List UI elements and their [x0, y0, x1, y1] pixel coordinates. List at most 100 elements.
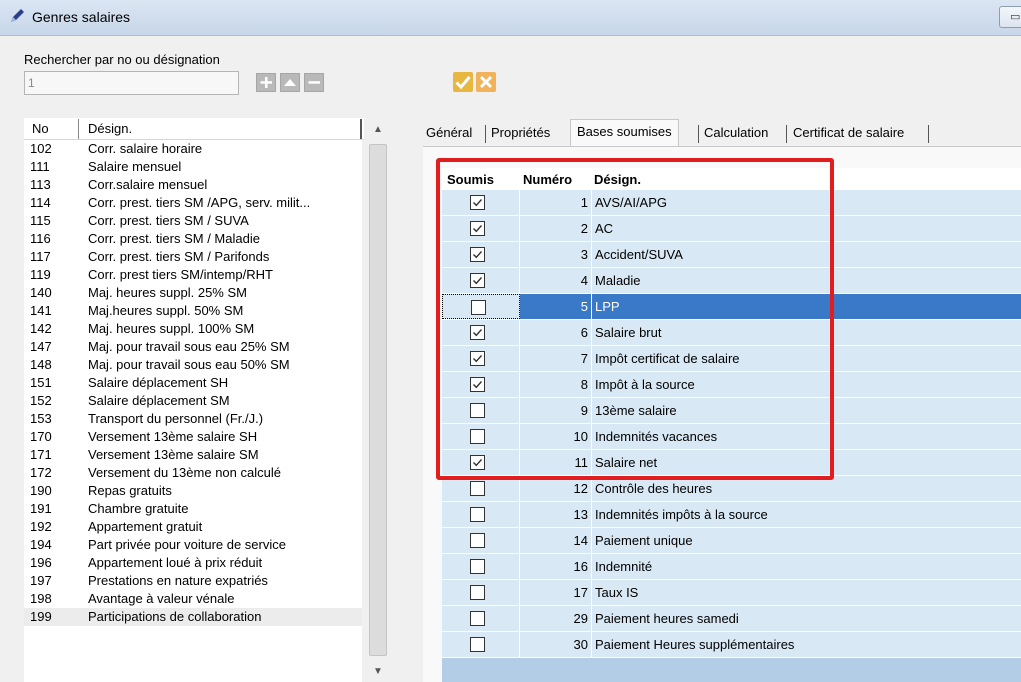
list-item[interactable]: 116 Corr. prest. tiers SM / Maladie: [24, 230, 362, 248]
cancel-button[interactable]: [476, 72, 496, 92]
scroll-thumb[interactable]: [369, 144, 387, 656]
remove-button[interactable]: [304, 73, 324, 92]
tab-certificat[interactable]: Certificat de salaire: [793, 123, 904, 145]
column-header-no[interactable]: No: [32, 121, 49, 136]
list-item-desig: Corr. prest tiers SM/intemp/RHT: [88, 267, 273, 282]
list-item[interactable]: 199 Participations de collaboration: [24, 608, 362, 626]
soumis-checkbox[interactable]: [470, 273, 485, 288]
soumis-checkbox[interactable]: [470, 325, 485, 340]
cell-desig: Indemnités impôts à la source: [595, 507, 768, 522]
soumis-checkbox[interactable]: [470, 507, 485, 522]
grid-row[interactable]: 5 LPP: [442, 294, 1021, 320]
grid-row[interactable]: 10 Indemnités vacances: [442, 424, 1021, 450]
grid-row[interactable]: 1 AVS/AI/APG: [442, 190, 1021, 216]
soumis-checkbox[interactable]: [470, 481, 485, 496]
cell-desig: Salaire net: [595, 455, 658, 470]
tab-proprietes[interactable]: Propriétés: [491, 123, 550, 145]
list-item[interactable]: 151 Salaire déplacement SH: [24, 374, 362, 392]
column-header-desig[interactable]: Désign.: [88, 121, 132, 136]
list-item[interactable]: 148 Maj. pour travail sous eau 50% SM: [24, 356, 362, 374]
soumis-checkbox[interactable]: [470, 247, 485, 262]
list-item[interactable]: 142 Maj. heures suppl. 100% SM: [24, 320, 362, 338]
list-item[interactable]: 152 Salaire déplacement SM: [24, 392, 362, 410]
soumis-checkbox[interactable]: [470, 195, 485, 210]
soumis-checkbox[interactable]: [470, 559, 485, 574]
list-item[interactable]: 119 Corr. prest tiers SM/intemp/RHT: [24, 266, 362, 284]
cell-numero: 29: [521, 606, 592, 631]
column-header-soumis[interactable]: Soumis: [447, 172, 494, 187]
list-item-desig: Avantage à valeur vénale: [88, 591, 235, 606]
grid-row[interactable]: 11 Salaire net: [442, 450, 1021, 476]
list-item[interactable]: 190 Repas gratuits: [24, 482, 362, 500]
list-item[interactable]: 111 Salaire mensuel: [24, 158, 362, 176]
search-input[interactable]: [24, 71, 239, 95]
scroll-down-icon[interactable]: ▼: [371, 666, 385, 678]
soumis-checkbox[interactable]: [470, 377, 485, 392]
grid-row[interactable]: 12 Contrôle des heures: [442, 476, 1021, 502]
list-item[interactable]: 170 Versement 13ème salaire SH: [24, 428, 362, 446]
grid-row[interactable]: 29 Paiement heures samedi: [442, 606, 1021, 632]
list-item[interactable]: 140 Maj. heures suppl. 25% SM: [24, 284, 362, 302]
list-item[interactable]: 171 Versement 13ème salaire SM: [24, 446, 362, 464]
list-item[interactable]: 194 Part privée pour voiture de service: [24, 536, 362, 554]
column-header-numero[interactable]: Numéro: [523, 172, 572, 187]
grid-row[interactable]: 2 AC: [442, 216, 1021, 242]
list-item[interactable]: 197 Prestations en nature expatriés: [24, 572, 362, 590]
list-item[interactable]: 172 Versement du 13ème non calculé: [24, 464, 362, 482]
tab-general[interactable]: Général: [426, 123, 472, 145]
column-header-desig[interactable]: Désign.: [594, 172, 641, 187]
list-item[interactable]: 141 Maj.heures suppl. 50% SM: [24, 302, 362, 320]
soumis-checkbox[interactable]: [470, 637, 485, 652]
scroll-up-icon[interactable]: ▲: [371, 124, 385, 136]
checkbox-checked-icon: [473, 251, 483, 259]
tab-calculation[interactable]: Calculation: [704, 123, 768, 145]
list-item[interactable]: 192 Appartement gratuit: [24, 518, 362, 536]
grid-row[interactable]: 13 Indemnités impôts à la source: [442, 502, 1021, 528]
checkbox-checked-icon: [473, 277, 483, 285]
soumis-checkbox[interactable]: [470, 585, 485, 600]
grid-row[interactable]: 6 Salaire brut: [442, 320, 1021, 346]
grid-row[interactable]: 7 Impôt certificat de salaire: [442, 346, 1021, 372]
list-item-desig: Prestations en nature expatriés: [88, 573, 268, 588]
list-item[interactable]: 113 Corr.salaire mensuel: [24, 176, 362, 194]
soumis-checkbox[interactable]: [470, 429, 485, 444]
soumis-checkbox[interactable]: [470, 403, 485, 418]
soumis-checkbox[interactable]: [470, 221, 485, 236]
add-button[interactable]: [256, 73, 276, 92]
soumis-checkbox[interactable]: [470, 611, 485, 626]
soumis-checkbox[interactable]: [471, 300, 486, 315]
move-up-button[interactable]: [280, 73, 300, 92]
ok-button[interactable]: [453, 72, 473, 92]
list-item-no: 192: [30, 519, 52, 534]
column-resize-handle[interactable]: [360, 119, 362, 139]
list-item-no: 102: [30, 141, 52, 156]
cell-numero: 7: [521, 346, 592, 371]
cell-desig: Paiement heures samedi: [595, 611, 739, 626]
list-item[interactable]: 198 Avantage à valeur vénale: [24, 590, 362, 608]
grid-row[interactable]: 9 13ème salaire: [442, 398, 1021, 424]
list-item[interactable]: 153 Transport du personnel (Fr./J.): [24, 410, 362, 428]
list-item[interactable]: 117 Corr. prest. tiers SM / Parifonds: [24, 248, 362, 266]
list-item[interactable]: 114 Corr. prest. tiers SM /APG, serv. mil…: [24, 194, 362, 212]
grid-row[interactable]: 3 Accident/SUVA: [442, 242, 1021, 268]
grid-row[interactable]: 14 Paiement unique: [442, 528, 1021, 554]
grid-row[interactable]: 8 Impôt à la source: [442, 372, 1021, 398]
soumis-checkbox[interactable]: [470, 455, 485, 470]
grid-row[interactable]: 4 Maladie: [442, 268, 1021, 294]
grid-row[interactable]: 16 Indemnité: [442, 554, 1021, 580]
grid-row[interactable]: 30 Paiement Heures supplémentaires: [442, 632, 1021, 658]
soumis-checkbox[interactable]: [470, 351, 485, 366]
cell-soumis: [442, 372, 520, 397]
list-item[interactable]: 147 Maj. pour travail sous eau 25% SM: [24, 338, 362, 356]
list-scrollbar[interactable]: ▲ ▼: [364, 118, 392, 682]
list-item[interactable]: 196 Appartement loué à prix réduit: [24, 554, 362, 572]
list-item[interactable]: 115 Corr. prest. tiers SM / SUVA: [24, 212, 362, 230]
checkbox-checked-icon: [473, 381, 483, 389]
list-item[interactable]: 191 Chambre gratuite: [24, 500, 362, 518]
soumis-checkbox[interactable]: [470, 533, 485, 548]
restore-window-button[interactable]: ▭: [999, 6, 1021, 28]
ok-check-icon: [455, 76, 471, 90]
list-item[interactable]: 102 Corr. salaire horaire: [24, 140, 362, 158]
grid-row[interactable]: 17 Taux IS: [442, 580, 1021, 606]
tab-bases-soumises[interactable]: Bases soumises: [570, 119, 679, 147]
